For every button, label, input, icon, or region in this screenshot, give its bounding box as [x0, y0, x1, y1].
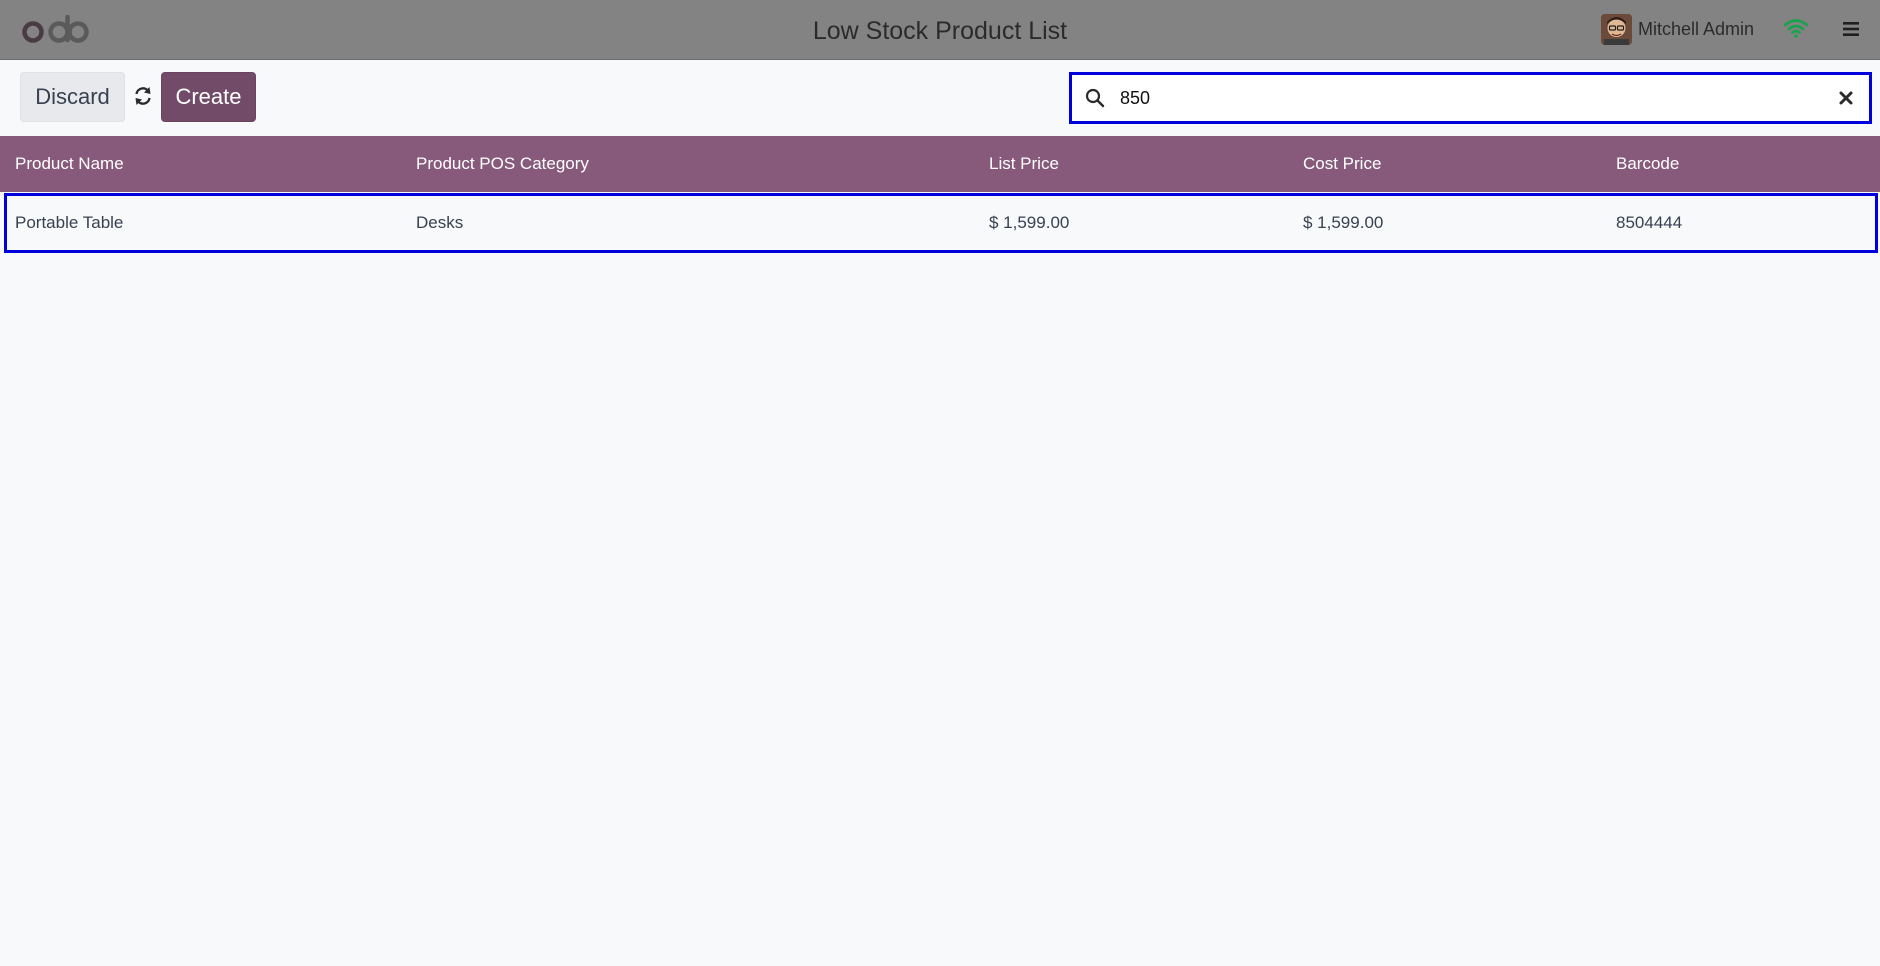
close-icon[interactable]: [1835, 87, 1857, 109]
search-icon: [1084, 87, 1106, 109]
odoo-logo[interactable]: [22, 12, 100, 48]
table-row[interactable]: Portable Table Desks $ 1,599.00 $ 1,599.…: [4, 193, 1878, 253]
cell-pos-category: Desks: [416, 213, 464, 232]
cell-product-name: Portable Table: [15, 213, 124, 232]
column-header-pos-category[interactable]: Product POS Category: [416, 136, 589, 192]
product-table: Product Name Product POS Category List P…: [0, 136, 1880, 253]
column-header-barcode[interactable]: Barcode: [1616, 136, 1679, 192]
wifi-icon: [1782, 16, 1810, 40]
top-navbar: Low Stock Product List Mitchell Admin: [0, 0, 1880, 60]
column-header-cost-price[interactable]: Cost Price: [1303, 136, 1381, 192]
create-button[interactable]: Create: [161, 72, 256, 122]
search-input[interactable]: [1120, 81, 1810, 115]
column-header-list-price[interactable]: List Price: [989, 136, 1059, 192]
cell-list-price: $ 1,599.00: [989, 213, 1070, 232]
search-box: [1069, 72, 1872, 124]
cell-cost-price: $ 1,599.00: [1303, 213, 1384, 232]
cell-barcode: 8504444: [1616, 213, 1683, 232]
page-title: Low Stock Product List: [812, 17, 1068, 45]
avatar: [1601, 14, 1632, 45]
table-header: Product Name Product POS Category List P…: [0, 136, 1880, 192]
user-name: Mitchell Admin: [1638, 19, 1755, 39]
hamburger-menu-icon[interactable]: [1840, 18, 1862, 40]
discard-button[interactable]: Discard: [20, 72, 125, 122]
column-header-product-name[interactable]: Product Name: [15, 136, 124, 192]
user-menu[interactable]: Mitchell Admin: [1601, 13, 1754, 46]
refresh-icon[interactable]: [133, 84, 153, 108]
